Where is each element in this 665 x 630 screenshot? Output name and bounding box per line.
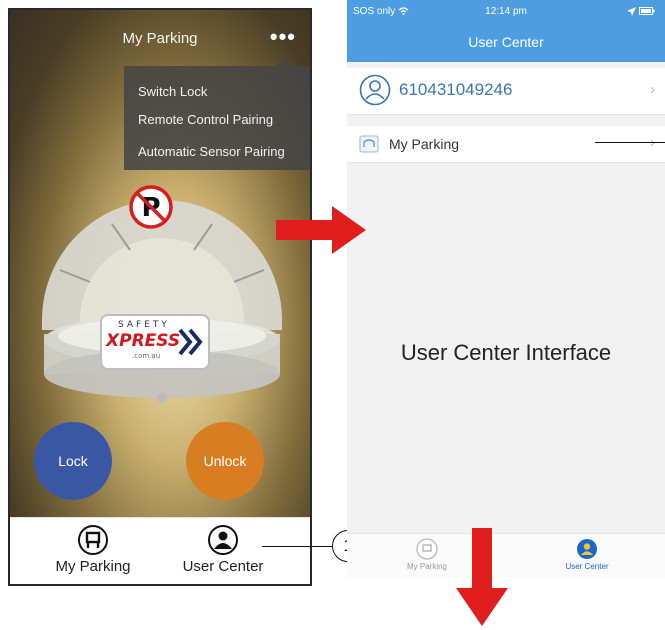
tab-user-center[interactable]: User Center [527,538,647,571]
lock-button[interactable]: Lock [34,422,112,500]
brand-logo: SAFETY XPRESS .com.au [100,314,210,370]
chevrons-icon [178,328,203,356]
my-parking-screen: My Parking ••• Switch Lock Remote Contro… [8,8,312,586]
logo-top-text: SAFETY [118,320,170,330]
list-item-label: My Parking [389,136,460,152]
more-options-icon[interactable]: ••• [270,26,296,48]
bottom-tab-bar: My Parking User Center [10,517,310,584]
parking-icon [359,135,379,153]
pointer-line [595,142,665,143]
header-bar: SOS only 12:14 pm User Center [347,0,665,62]
chevron-right-icon: › [650,81,655,98]
status-time: 12:14 pm [485,6,527,17]
list-item-my-parking[interactable]: My Parking › [347,126,665,163]
menu-item-automatic-sensor-pairing[interactable]: Automatic Sensor Pairing [138,144,285,159]
user-id: 610431049246 [399,80,513,99]
user-profile-row[interactable]: 610431049246 › [347,68,665,115]
options-menu: Switch Lock Remote Control Pairing Autom… [124,58,310,170]
tab-user-center[interactable]: User Center [158,524,288,575]
menu-item-switch-lock[interactable]: Switch Lock [138,84,207,99]
battery-icon [639,7,655,16]
user-center-screen: SOS only 12:14 pm User Center 6104310492… [347,0,665,578]
parking-lock-icon [416,538,438,560]
tab-my-parking[interactable]: My Parking [28,524,158,575]
user-icon [208,525,238,555]
menu-item-remote-control-pairing[interactable]: Remote Control Pairing [138,112,273,127]
user-icon [577,539,597,559]
unlock-button[interactable]: Unlock [186,422,264,500]
interface-caption: User Center Interface [400,340,612,365]
no-parking-icon: P [129,185,173,229]
arrow-right-icon [276,206,366,254]
parking-lock-icon [78,525,108,555]
logo-brand-text: XPRESS [106,331,181,351]
status-icons [627,6,655,17]
page-title: My Parking [122,30,198,47]
tab-label: User Center [182,558,264,575]
tab-label: User Center [565,562,609,571]
callout-line [262,546,332,547]
header-title: User Center [468,34,544,50]
tab-label: My Parking [55,558,131,575]
avatar-icon [359,74,391,106]
arrow-down-icon [456,528,508,626]
location-icon [627,6,637,16]
logo-sub-text: .com.au [132,352,161,360]
